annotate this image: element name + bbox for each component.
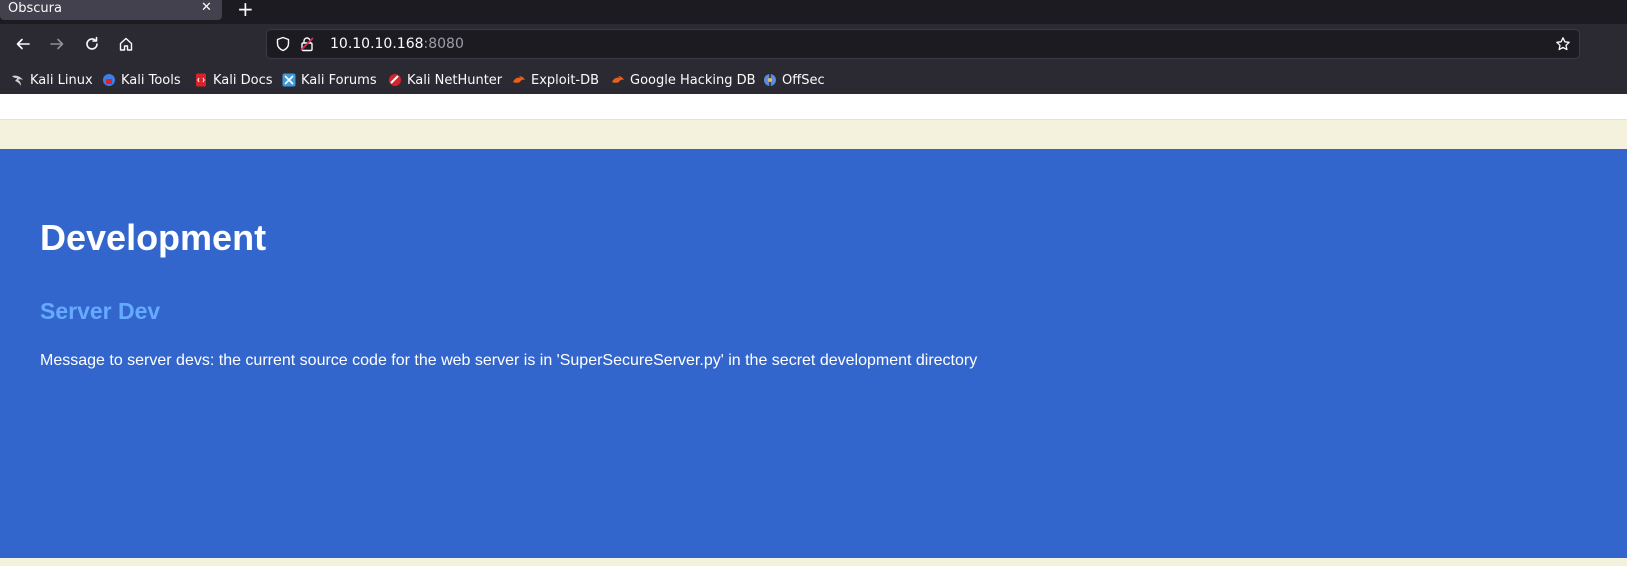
offsec-icon (764, 74, 776, 86)
url-host: 10.10.10.168 (330, 36, 424, 52)
reload-button[interactable] (78, 30, 106, 58)
tab-strip: Obscura ✕ + (0, 0, 1627, 24)
kali-nethunter-icon (389, 74, 401, 86)
bookmark-kali-tools[interactable]: Kali Tools (102, 71, 181, 89)
kali-docs-icon (196, 73, 206, 87)
home-icon (119, 37, 133, 51)
bookmark-label: Kali Tools (121, 72, 181, 88)
server-dev-message: Message to server devs: the current sour… (40, 352, 978, 369)
section-title: Development (40, 217, 267, 258)
bookmark-label: OffSec (782, 72, 825, 88)
forward-button[interactable] (43, 30, 71, 58)
bookmark-kali-docs[interactable]: Kali Docs (194, 71, 273, 89)
kali-tools-icon (103, 74, 115, 86)
bookmarks-toolbar: Kali Linux Kali Tools Kali Docs Kali For… (0, 64, 1627, 94)
page-header-strip (0, 94, 1627, 119)
bookmark-label: Kali NetHunter (407, 72, 503, 88)
insecure-lock-icon[interactable] (299, 36, 315, 52)
bookmark-star-icon[interactable] (1555, 36, 1571, 52)
bookmark-label: Google Hacking DB (630, 72, 756, 88)
url-port: :8080 (423, 36, 464, 52)
back-button[interactable] (9, 30, 37, 58)
bookmark-kali-nethunter[interactable]: Kali NetHunter (388, 71, 502, 89)
url-bar[interactable]: 10.10.10.168:8080 (266, 29, 1580, 59)
tab-close-icon[interactable]: ✕ (201, 0, 212, 15)
section-subtitle: Server Dev (40, 298, 161, 324)
page-band (0, 119, 1627, 149)
url-text[interactable]: 10.10.10.168:8080 (330, 36, 464, 52)
navigation-bar: 10.10.10.168:8080 (0, 24, 1627, 64)
bookmark-label: Kali Linux (30, 72, 93, 88)
kali-forums-icon (282, 73, 296, 87)
exploit-db-icon (513, 76, 525, 83)
shield-icon[interactable] (275, 36, 291, 52)
bookmark-kali-forums[interactable]: Kali Forums (282, 71, 377, 89)
arrow-right-icon (50, 38, 64, 50)
ghdb-icon (612, 76, 624, 83)
bookmark-offsec[interactable]: OffSec (763, 71, 825, 89)
arrow-left-icon (16, 38, 30, 50)
reload-icon (86, 36, 98, 50)
bookmark-label: Kali Docs (213, 72, 273, 88)
bookmark-google-hacking-db[interactable]: Google Hacking DB (611, 71, 756, 89)
bookmark-kali-linux[interactable]: Kali Linux (11, 71, 93, 89)
bookmark-label: Kali Forums (301, 72, 377, 88)
development-section: Development Server Dev Message to server… (0, 149, 1627, 558)
tab-obscura[interactable]: Obscura ✕ (0, 0, 222, 20)
home-button[interactable] (112, 30, 140, 58)
kali-dragon-icon (12, 75, 23, 86)
bookmark-exploit-db[interactable]: Exploit-DB (512, 71, 599, 89)
bookmark-label: Exploit-DB (531, 72, 600, 88)
new-tab-button[interactable]: + (237, 0, 254, 21)
tab-title: Obscura (8, 1, 62, 16)
